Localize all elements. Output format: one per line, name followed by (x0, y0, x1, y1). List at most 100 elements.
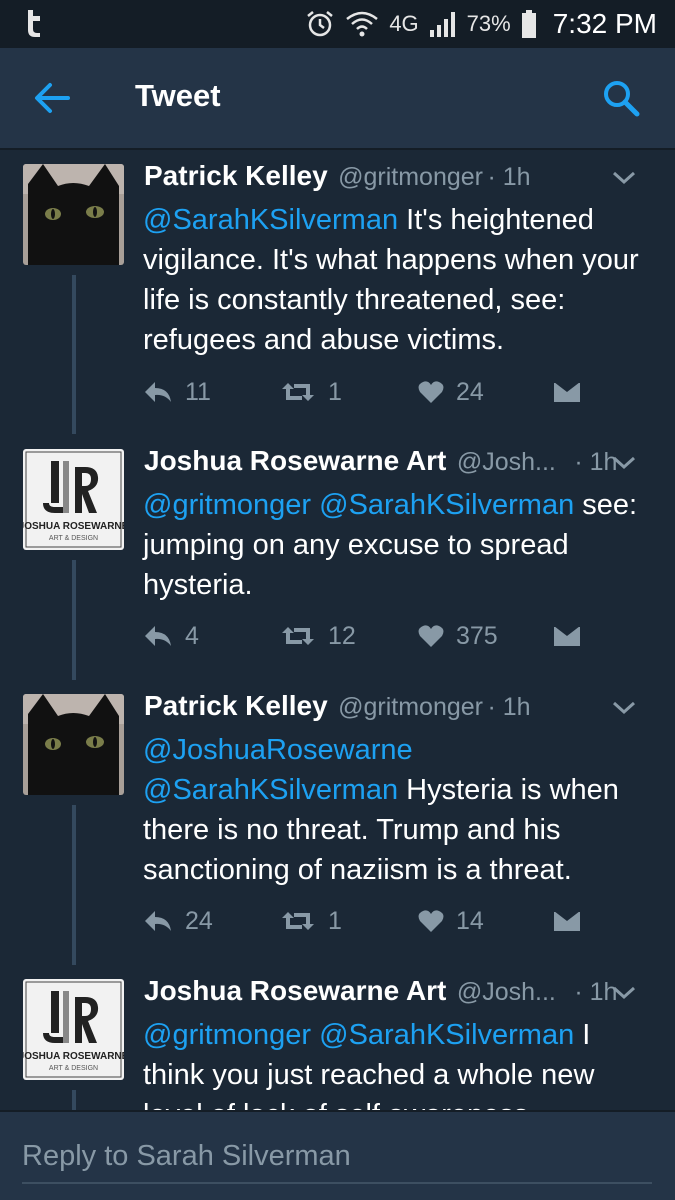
cat-avatar-image (23, 164, 124, 265)
tweet-text: @JoshuaRosewarne @SarahKSilverman Hyster… (143, 730, 658, 890)
reply-icon (145, 626, 171, 646)
like-count: 24 (456, 377, 484, 406)
reply-count: 4 (185, 621, 199, 650)
reply-input[interactable] (22, 1130, 652, 1184)
signal-icon (429, 12, 455, 37)
retweet-button[interactable]: 12 (280, 616, 356, 656)
tweet-text: @gritmonger @SarahKSilverman see: jumpin… (143, 485, 658, 605)
battery-icon (521, 10, 536, 38)
chevron-down-icon[interactable] (611, 698, 637, 718)
reply-count: 11 (185, 377, 211, 406)
tweet-actions: 4 12 375 (143, 616, 603, 656)
thread-connector (72, 805, 76, 965)
tweet[interactable]: JOSHUA ROSEWARNE ART & DESIGN Joshua Ros… (0, 420, 675, 680)
user-handle[interactable]: @gritmonger (338, 163, 483, 191)
reply-button[interactable]: 24 (143, 901, 213, 941)
user-handle[interactable]: @gritmonger (338, 693, 483, 721)
jr-logo-avatar-image: JOSHUA ROSEWARNE ART & DESIGN (23, 979, 124, 1080)
thread-connector (72, 275, 76, 420)
envelope-icon (554, 381, 580, 402)
tweet-actions: 11 1 24 (143, 372, 603, 412)
back-arrow-icon[interactable] (30, 78, 74, 118)
mention-link[interactable]: @JoshuaRosewarne (143, 730, 658, 770)
alarm-icon (307, 11, 334, 37)
mention-link[interactable]: @gritmonger (143, 489, 311, 521)
mention-link[interactable]: @gritmonger (143, 1019, 311, 1051)
network-type: 4G (389, 11, 419, 36)
retweet-button[interactable]: 1 (280, 372, 342, 412)
tweet-header: Joshua Rosewarne Art @Josh... · 1h (144, 975, 655, 1015)
tweet-header: Patrick Kelley @gritmonger · 1h (144, 690, 655, 730)
avatar[interactable] (23, 164, 124, 265)
user-handle[interactable]: @Josh... (457, 448, 556, 476)
logo-wordmark: JOSHUA ROSEWARNE (23, 1051, 124, 1062)
avatar[interactable]: JOSHUA ROSEWARNE ART & DESIGN (23, 449, 124, 550)
display-name[interactable]: Patrick Kelley (144, 160, 328, 191)
conversation-thread: Patrick Kelley @gritmonger · 1h @SarahKS… (0, 150, 675, 1110)
logo-subtitle: ART & DESIGN (49, 1065, 98, 1072)
chevron-down-icon[interactable] (611, 168, 637, 188)
retweet-icon (282, 912, 314, 930)
tweet[interactable]: JOSHUA ROSEWARNE ART & DESIGN Joshua Ros… (0, 965, 675, 1110)
avatar[interactable]: JOSHUA ROSEWARNE ART & DESIGN (23, 979, 124, 1080)
mention-link[interactable]: @SarahKSilverman (143, 204, 398, 236)
retweet-count: 1 (328, 377, 342, 406)
retweet-count: 1 (328, 906, 342, 935)
page-title: Tweet (135, 78, 221, 113)
display-name[interactable]: Patrick Kelley (144, 690, 328, 721)
heart-icon (418, 381, 444, 403)
retweet-icon (282, 383, 314, 401)
direct-message-button[interactable] (553, 372, 581, 412)
display-name[interactable]: Joshua Rosewarne Art (144, 975, 446, 1006)
status-bar: 4G 73% 7:32 PM (0, 0, 675, 48)
cat-avatar-image (23, 694, 124, 795)
direct-message-button[interactable] (553, 901, 581, 941)
retweet-button[interactable]: 1 (280, 901, 342, 941)
thread-connector (72, 420, 76, 434)
reply-button[interactable]: 4 (143, 616, 199, 656)
mention-link[interactable]: @SarahKSilverman (319, 489, 574, 521)
like-button[interactable]: 375 (418, 616, 498, 656)
thread-connector (72, 1090, 76, 1110)
search-icon[interactable] (601, 78, 641, 118)
like-count: 375 (456, 621, 498, 650)
direct-message-button[interactable] (553, 616, 581, 656)
tweet-text: @gritmonger @SarahKSilverman I think you… (143, 1015, 658, 1110)
heart-icon (418, 625, 444, 647)
envelope-icon (554, 910, 580, 931)
battery-percent: 73% (466, 11, 511, 36)
wifi-icon (346, 11, 379, 37)
like-button[interactable]: 24 (418, 372, 484, 412)
reply-icon (145, 911, 171, 931)
display-name[interactable]: Joshua Rosewarne Art (144, 445, 446, 476)
mention-link[interactable]: @SarahKSilverman (319, 1019, 574, 1051)
tweet-header: Joshua Rosewarne Art @Josh... · 1h (144, 445, 655, 485)
logo-subtitle: ART & DESIGN (49, 535, 98, 542)
jr-logo-avatar-image: JOSHUA ROSEWARNE ART & DESIGN (23, 449, 124, 550)
retweet-count: 12 (328, 621, 356, 650)
tweet[interactable]: Patrick Kelley @gritmonger · 1h @JoshuaR… (0, 680, 675, 965)
mention-link[interactable]: @SarahKSilverman (143, 774, 398, 806)
tweet-header: Patrick Kelley @gritmonger · 1h (144, 160, 655, 200)
tweet-actions: 24 1 14 (143, 901, 603, 941)
reply-bar (0, 1110, 675, 1200)
chevron-down-icon[interactable] (611, 453, 637, 473)
retweet-icon (282, 627, 314, 645)
user-handle[interactable]: @Josh... (457, 978, 556, 1006)
app-bar: Tweet (0, 48, 675, 150)
chevron-down-icon[interactable] (611, 983, 637, 1003)
reply-count: 24 (185, 906, 213, 935)
thread-connector (72, 560, 76, 680)
clock: 7:32 PM (552, 8, 657, 39)
avatar[interactable] (23, 694, 124, 795)
heart-icon (418, 910, 444, 932)
reply-button[interactable]: 11 (143, 372, 211, 412)
envelope-icon (554, 625, 580, 646)
tweet[interactable]: Patrick Kelley @gritmonger · 1h @SarahKS… (0, 150, 675, 420)
like-button[interactable]: 14 (418, 901, 484, 941)
tweet-time: · 1h (487, 693, 531, 721)
logo-wordmark: JOSHUA ROSEWARNE (23, 521, 124, 532)
like-count: 14 (456, 906, 484, 935)
app-notification-icon (28, 10, 40, 37)
reply-icon (145, 382, 171, 402)
